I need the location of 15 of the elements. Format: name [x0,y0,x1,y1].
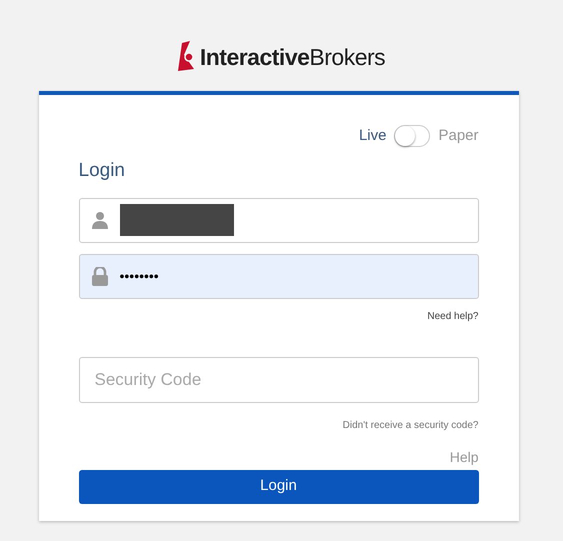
login-title: Login [78,159,126,183]
password-value: •••••••• [120,266,159,286]
logo-text: InteractiveBrokers [200,42,386,72]
login-button[interactable]: Login [78,470,478,504]
lock-icon [92,266,108,286]
live-label: Live [358,126,386,146]
paper-label: Paper [438,126,478,146]
security-code-field[interactable]: Security Code [78,356,478,402]
mode-toggle[interactable] [394,125,430,147]
user-icon [92,211,108,229]
need-help-link[interactable]: Need help? [427,308,478,324]
logo-icon [178,41,196,73]
no-code-link[interactable]: Didn't receive a security code? [342,418,478,432]
username-field[interactable] [78,198,478,242]
password-field[interactable]: •••••••• [78,254,478,298]
